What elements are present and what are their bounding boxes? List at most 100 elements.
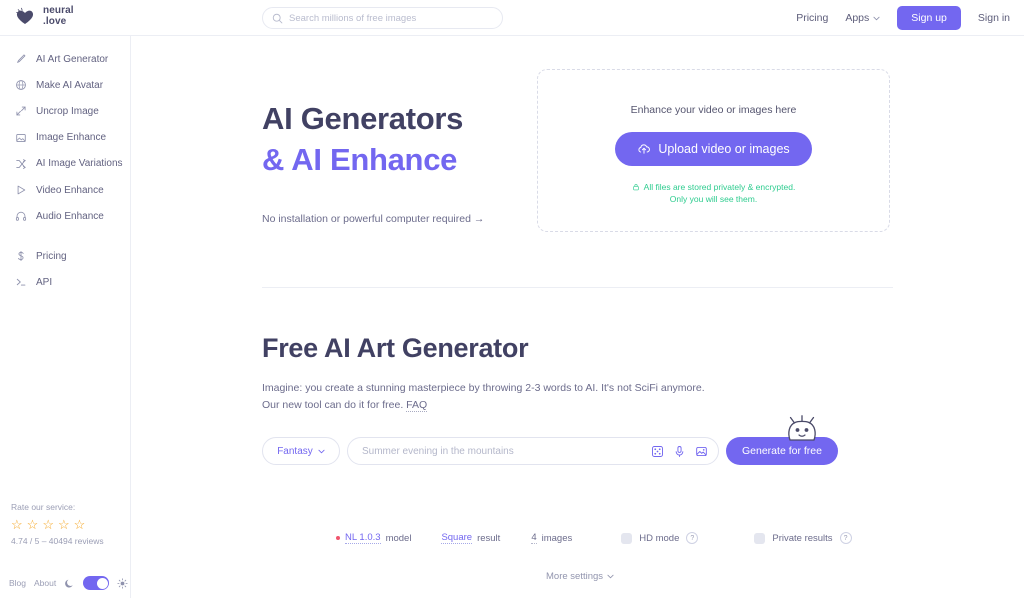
- sidebar-label: API: [36, 276, 53, 288]
- sidebar-item-ai-art-generator[interactable]: AI Art Generator: [0, 46, 130, 72]
- sidebar-item-api[interactable]: API: [0, 269, 130, 295]
- search-icon: [272, 13, 283, 24]
- hd-mode-label: HD mode: [639, 532, 680, 544]
- prompt-placeholder: Summer evening in the mountains: [362, 445, 514, 457]
- blog-link[interactable]: Blog: [9, 578, 26, 588]
- upload-card[interactable]: Enhance your video or images here Upload…: [537, 69, 890, 232]
- signup-button[interactable]: Sign up: [897, 6, 961, 30]
- sidebar-label: Uncrop Image: [36, 105, 99, 117]
- nav-pricing[interactable]: Pricing: [796, 12, 828, 24]
- about-link[interactable]: About: [34, 578, 56, 588]
- more-settings-toggle[interactable]: More settings: [546, 571, 614, 582]
- result-shape-value[interactable]: Square: [441, 532, 473, 544]
- sidebar-item-uncrop-image[interactable]: Uncrop Image: [0, 98, 130, 124]
- upload-button[interactable]: Upload video or images: [615, 132, 812, 166]
- hero-title-line1: AI Generators: [262, 101, 464, 136]
- sidebar-secondary-group: Pricing API: [0, 243, 130, 295]
- upload-heading: Enhance your video or images here: [630, 104, 797, 116]
- rating-stars[interactable]: ☆ ☆ ☆ ☆ ☆: [11, 518, 126, 531]
- private-results-help-icon[interactable]: ?: [839, 532, 852, 544]
- sun-icon: [117, 577, 128, 589]
- star-icon[interactable]: ☆: [42, 518, 54, 531]
- dollar-icon: [14, 250, 27, 263]
- hd-mode-help-icon[interactable]: ?: [686, 532, 699, 544]
- option-image-count[interactable]: 4 images: [531, 532, 572, 544]
- nav-apps[interactable]: Apps: [845, 12, 880, 24]
- sidebar-label: Pricing: [36, 250, 67, 262]
- sidebar-item-audio-enhance[interactable]: Audio Enhance: [0, 203, 130, 229]
- theme-toggle[interactable]: [83, 576, 110, 590]
- shuffle-icon: [14, 157, 27, 170]
- sidebar-label: Video Enhance: [36, 184, 104, 196]
- top-header: neural .love Search millions of free ima…: [0, 0, 1024, 36]
- option-result-shape[interactable]: Square result: [441, 532, 500, 544]
- sidebar-label: Image Enhance: [36, 132, 107, 144]
- mascot-icon: [784, 415, 820, 441]
- star-icon[interactable]: ☆: [11, 518, 23, 531]
- generate-button-wrap: Generate for free: [726, 415, 838, 465]
- upload-privacy-note: All files are stored privately & encrypt…: [632, 181, 796, 205]
- sidebar-item-ai-image-variations[interactable]: AI Image Variations: [0, 151, 130, 177]
- sidebar-item-pricing[interactable]: Pricing: [0, 243, 130, 269]
- globe-icon: [14, 79, 27, 92]
- option-model[interactable]: NL 1.0.3 model: [336, 532, 411, 544]
- section-divider: [262, 287, 893, 288]
- sidebar-item-image-enhance[interactable]: Image Enhance: [0, 125, 130, 151]
- image-count-value[interactable]: 4: [531, 532, 537, 544]
- signin-link[interactable]: Sign in: [978, 12, 1010, 24]
- microphone-icon[interactable]: [673, 445, 686, 458]
- star-icon[interactable]: ☆: [74, 518, 86, 531]
- more-settings-label: More settings: [546, 571, 604, 582]
- status-dot-icon: [336, 536, 340, 540]
- logo-text: neural .love: [43, 5, 74, 27]
- sidebar: AI Art Generator Make AI Avatar Uncrop I…: [0, 36, 131, 598]
- option-private-results[interactable]: Private results ?: [754, 532, 852, 544]
- moon-icon: [64, 578, 75, 589]
- sidebar-label: AI Image Variations: [36, 158, 123, 170]
- toggle-knob: [96, 577, 108, 589]
- generator-description: Imagine: you create a stunning masterpie…: [262, 380, 705, 414]
- nav-apps-label: Apps: [845, 12, 870, 24]
- main-content: AI Generators & AI Enhance No installati…: [131, 36, 1024, 598]
- prompt-actions: [651, 445, 708, 458]
- result-shape-suffix: result: [477, 532, 501, 544]
- generate-button[interactable]: Generate for free: [726, 437, 838, 465]
- star-icon[interactable]: ☆: [27, 518, 39, 531]
- sidebar-label: Audio Enhance: [36, 210, 104, 222]
- logo[interactable]: neural .love: [14, 5, 74, 27]
- model-value[interactable]: NL 1.0.3: [345, 532, 381, 544]
- terminal-icon: [14, 276, 27, 289]
- upload-note-line1: All files are stored privately & encrypt…: [643, 182, 796, 192]
- header-nav: Pricing Apps Sign up Sign in: [796, 0, 1010, 36]
- hero-title-line2: & AI Enhance: [262, 142, 458, 177]
- sidebar-label: AI Art Generator: [36, 53, 109, 65]
- private-results-checkbox[interactable]: [754, 532, 766, 544]
- style-select-value: Fantasy: [277, 445, 313, 457]
- sidebar-item-video-enhance[interactable]: Video Enhance: [0, 177, 130, 203]
- image-upload-icon[interactable]: [695, 445, 708, 458]
- hd-mode-checkbox[interactable]: [621, 532, 633, 544]
- page-title: Free AI Art Generator: [262, 333, 529, 363]
- image-icon: [14, 131, 27, 144]
- sidebar-tools-group: AI Art Generator Make AI Avatar Uncrop I…: [0, 46, 130, 229]
- hero-subtitle[interactable]: No installation or powerful computer req…: [262, 213, 484, 225]
- generator-options: NL 1.0.3 model Square result 4 images HD…: [336, 532, 852, 544]
- lock-icon: [632, 183, 640, 191]
- star-icon[interactable]: ☆: [58, 518, 70, 531]
- rating-title: Rate our service:: [11, 502, 76, 512]
- heart-logo-icon: [14, 5, 36, 27]
- sidebar-item-make-ai-avatar[interactable]: Make AI Avatar: [0, 72, 130, 98]
- faq-link[interactable]: FAQ: [406, 399, 428, 412]
- description-line2-text: Our new tool can do it for free.: [262, 399, 404, 411]
- style-select[interactable]: Fantasy: [262, 437, 340, 465]
- sidebar-footer: Blog About: [9, 576, 128, 590]
- dice-icon[interactable]: [651, 445, 664, 458]
- search-input[interactable]: Search millions of free images: [262, 7, 503, 29]
- chevron-down-icon: [873, 16, 880, 21]
- brush-icon: [14, 53, 27, 66]
- hero-title: AI Generators & AI Enhance: [262, 98, 463, 180]
- option-hd-mode[interactable]: HD mode ?: [621, 532, 699, 544]
- play-icon: [14, 184, 27, 197]
- prompt-input[interactable]: Summer evening in the mountains: [347, 437, 719, 465]
- rating-summary: 4.74 / 5 – 40494 reviews: [11, 536, 104, 546]
